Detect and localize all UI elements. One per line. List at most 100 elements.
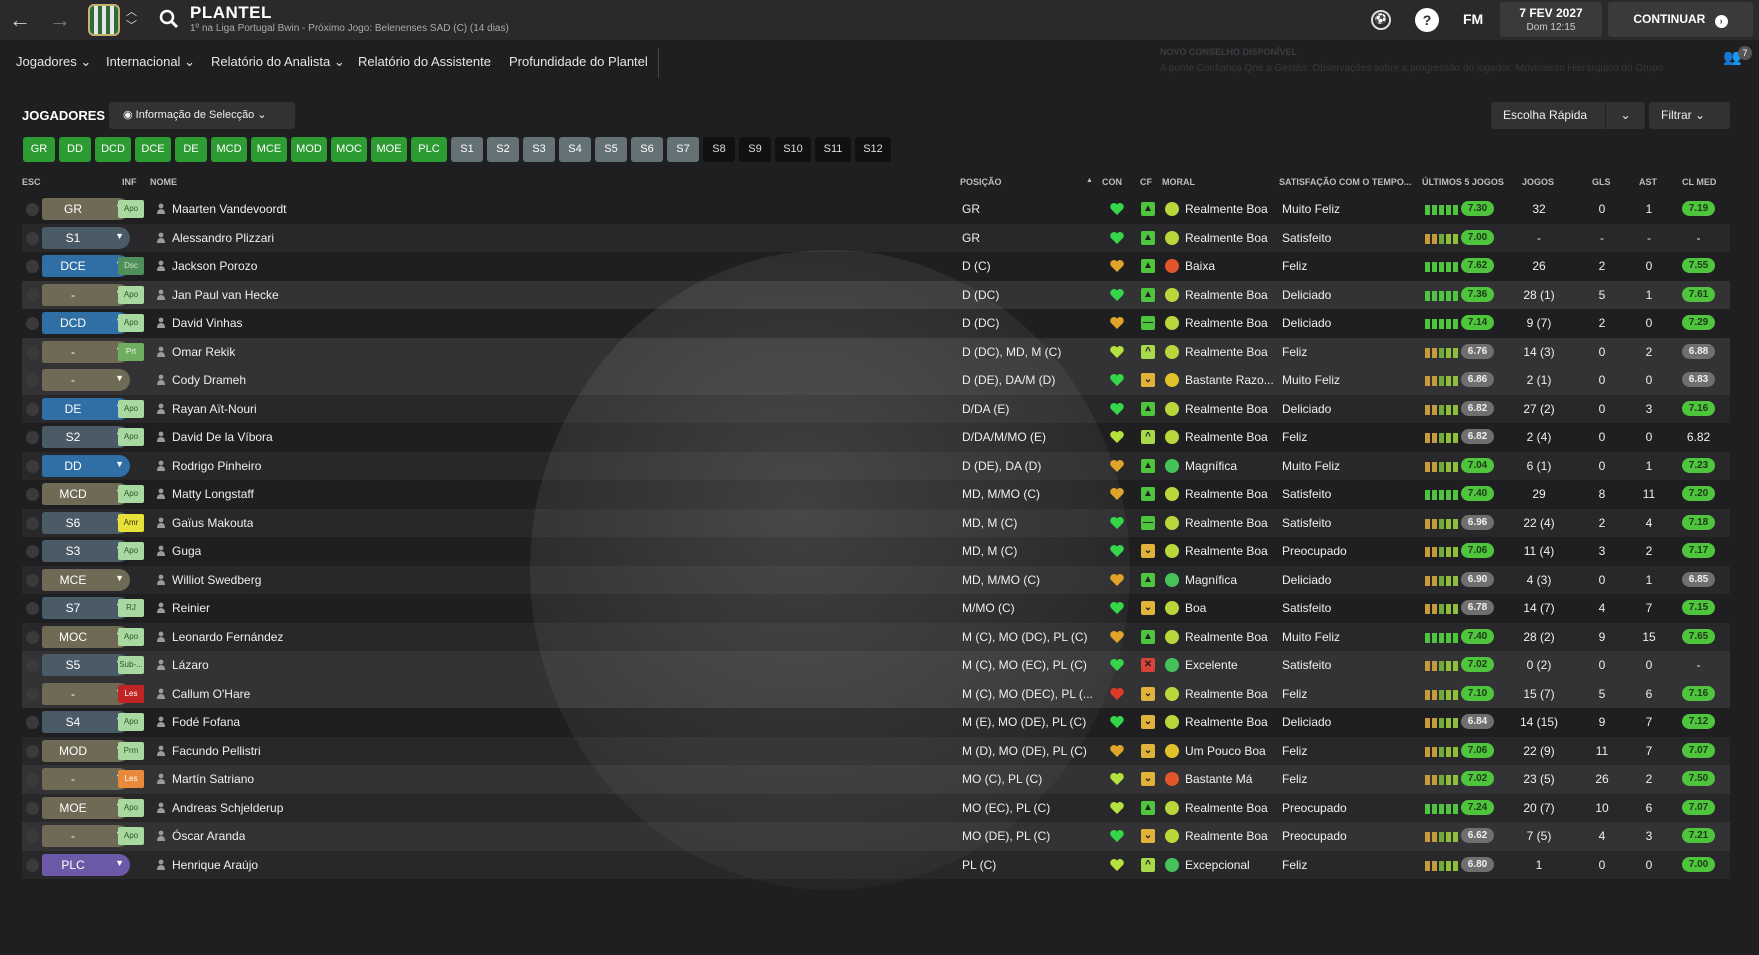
selection-dropdown[interactable]: MCD▼ — [42, 483, 130, 505]
player-name[interactable]: Williot Swedberg — [172, 573, 261, 587]
col-cf[interactable]: CF — [1140, 177, 1152, 187]
select-checkbox[interactable] — [26, 687, 39, 701]
player-name[interactable]: David De la Víbora — [172, 430, 273, 444]
position-chip[interactable]: S11 — [815, 137, 851, 162]
col-clmed[interactable]: CL MED — [1682, 177, 1716, 187]
menu-relatorio-assistente[interactable]: Relatório do Assistente — [358, 54, 491, 69]
view-dropdown[interactable]: ◉ Informação de Selecção ⌄ — [109, 102, 295, 129]
forward-arrow-icon[interactable]: → — [46, 6, 74, 34]
selection-dropdown[interactable]: -▼ — [42, 369, 130, 391]
player-name[interactable]: Leonardo Fernández — [172, 630, 283, 644]
info-badge[interactable]: Prt — [118, 342, 144, 361]
table-row[interactable]: S3▼Apo Guga MD, M (C) ⌄ Realmente Boa Preocup… — [22, 537, 1730, 566]
position-chip[interactable]: S4 — [559, 137, 591, 162]
position-chip[interactable]: S10 — [775, 137, 811, 162]
table-row[interactable]: S2▼Apo David De la Víbora D/DA/M/MO (E) ^ Re… — [22, 423, 1730, 452]
info-badge[interactable]: Amr — [118, 513, 144, 532]
selection-dropdown[interactable]: DCD▼ — [42, 312, 130, 334]
menu-relatorio-analista[interactable]: Relatório do Analista ⌄ — [211, 54, 345, 70]
table-row[interactable]: GR▼Apo Maarten Vandevoordt GR ▲ Realmente Bo… — [22, 195, 1730, 224]
table-row[interactable]: MOD▼Prm Facundo Pellistri M (D), MO (DE), … — [22, 736, 1730, 765]
table-row[interactable]: S7▼RJ Reinier M/MO (C) ⌄ Boa Satisfeito 6.78 14… — [22, 594, 1730, 623]
player-name[interactable]: Callum O'Hare — [172, 687, 250, 701]
news-title[interactable]: NOVO CONSELHO DISPONÍVEL — [1160, 47, 1297, 57]
info-badge[interactable]: Apo — [118, 485, 144, 503]
menu-jogadores[interactable]: Jogadores ⌄ — [16, 54, 91, 70]
col-ultimos[interactable]: ÚLTIMOS 5 JOGOS — [1422, 177, 1504, 187]
date-display[interactable]: 7 FEV 2027 Dom 12:15 — [1500, 2, 1602, 37]
news-text[interactable]: A ponte Confiança Qne a Gestão. Observaç… — [1160, 63, 1663, 74]
position-chip[interactable]: MCE — [251, 137, 287, 162]
table-row[interactable]: DE▼Apo Rayan Aït-Nouri D/DA (E) ▲ Realmente … — [22, 394, 1730, 423]
player-name[interactable]: Fodé Fofana — [172, 715, 240, 729]
player-name[interactable]: Matty Longstaff — [172, 487, 254, 501]
select-checkbox[interactable] — [26, 260, 39, 273]
info-badge[interactable]: Apo — [118, 285, 144, 304]
info-badge[interactable]: Apo — [118, 314, 144, 332]
select-checkbox[interactable] — [26, 830, 39, 843]
select-checkbox[interactable] — [26, 516, 39, 530]
position-chip[interactable]: DD — [59, 137, 91, 162]
info-badge[interactable]: Sub-... — [118, 656, 144, 674]
position-chip[interactable]: S2 — [487, 137, 519, 162]
select-checkbox[interactable] — [26, 402, 39, 416]
selection-dropdown[interactable]: GR▼ — [42, 198, 130, 220]
position-chip[interactable]: MOC — [331, 137, 367, 162]
info-badge[interactable]: Apo — [118, 798, 144, 817]
player-name[interactable]: Guga — [172, 544, 201, 558]
table-row[interactable]: S1 ▼ Alessandro Plizzari GR ▲ Realmente Boa Sa… — [22, 223, 1730, 252]
select-checkbox[interactable] — [26, 203, 39, 216]
position-chip[interactable]: S8 — [703, 137, 735, 162]
col-esc[interactable]: ESC — [22, 177, 41, 187]
continue-button[interactable]: CONTINUAR › — [1608, 2, 1753, 37]
player-name[interactable]: Maarten Vandevoordt — [172, 202, 287, 216]
info-badge[interactable]: Apo — [118, 627, 144, 646]
info-badge[interactable]: Apo — [118, 542, 144, 560]
globe-icon[interactable]: ⚽ — [1371, 10, 1391, 30]
info-badge[interactable]: RJ — [118, 599, 144, 617]
select-checkbox[interactable] — [26, 573, 39, 587]
selection-dropdown[interactable]: -▼ — [42, 283, 130, 306]
selection-dropdown[interactable]: S2▼ — [42, 426, 130, 448]
player-name[interactable]: David Vinhas — [172, 316, 243, 330]
menu-internacional[interactable]: Internacional ⌄ — [106, 54, 195, 70]
table-row[interactable]: - ▼ Cody Drameh D (DE), DA/M (D) ⌄ Bastante R… — [22, 366, 1730, 395]
player-name[interactable]: Jackson Porozo — [172, 259, 257, 273]
info-badge[interactable]: Les — [118, 684, 144, 703]
position-chip[interactable]: GR — [23, 137, 55, 162]
select-checkbox[interactable] — [26, 716, 39, 729]
table-row[interactable]: S4▼Apo Fodé Fofana M (E), MO (DE), PL (C) ⌄… — [22, 708, 1730, 737]
table-row[interactable]: DCE▼Dsc Jackson Porozo D (C) ▲ Baixa Feliz 7.6… — [22, 252, 1730, 281]
col-jogos[interactable]: JOGOS — [1522, 177, 1554, 187]
table-row[interactable]: -▼Les Martín Satriano MO (C), PL (C) ⌄ Basta… — [22, 765, 1730, 794]
info-badge[interactable]: Dsc — [118, 257, 144, 275]
selection-dropdown[interactable]: DE▼ — [42, 397, 130, 420]
table-row[interactable]: MOE▼Apo Andreas Schjelderup MO (EC), PL (C… — [22, 793, 1730, 822]
quick-pick-dropdown[interactable]: Escolha Rápida ⌄ — [1491, 102, 1645, 129]
selection-dropdown[interactable]: -▼ — [42, 768, 130, 790]
table-row[interactable]: PLC ▼ Henrique Araújo PL (C) ^ Excepcional Fel… — [22, 850, 1730, 879]
player-name[interactable]: Alessandro Plizzari — [172, 231, 274, 245]
select-checkbox[interactable] — [26, 431, 39, 444]
col-ast[interactable]: AST — [1639, 177, 1657, 187]
player-name[interactable]: Omar Rekik — [172, 345, 235, 359]
position-chip[interactable]: DCE — [135, 137, 171, 162]
search-icon[interactable] — [158, 8, 180, 30]
select-checkbox[interactable] — [26, 545, 39, 558]
position-chip[interactable]: S12 — [855, 137, 891, 162]
selection-dropdown[interactable]: S6▼ — [42, 511, 130, 534]
info-badge[interactable]: Apo — [118, 713, 144, 731]
table-row[interactable]: -▼Prt Omar Rekik D (DC), MD, M (C) ^ Realmen… — [22, 337, 1730, 366]
select-checkbox[interactable] — [26, 773, 39, 786]
position-chip[interactable]: S6 — [631, 137, 663, 162]
select-checkbox[interactable] — [26, 288, 39, 302]
info-badge[interactable]: Apo — [118, 200, 144, 218]
selection-dropdown[interactable]: DCE▼ — [42, 255, 130, 277]
info-badge[interactable]: Apo — [118, 399, 144, 418]
select-checkbox[interactable] — [26, 345, 39, 359]
selection-dropdown[interactable]: -▼ — [42, 340, 130, 363]
col-moral[interactable]: MORAL — [1162, 177, 1195, 187]
table-row[interactable]: -▼Apo Jan Paul van Hecke D (DC) ▲ Realmente … — [22, 280, 1730, 309]
col-inf[interactable]: INF — [122, 177, 137, 187]
select-checkbox[interactable] — [26, 317, 39, 330]
